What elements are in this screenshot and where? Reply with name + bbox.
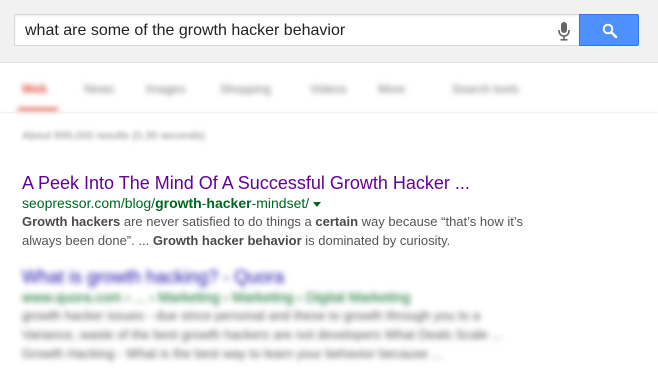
- result-snippet-line: Variance, waste of the best growth hacke…: [22, 327, 503, 342]
- search-query-text[interactable]: what are some of the growth hacker behav…: [25, 22, 345, 40]
- tab-videos[interactable]: Videos: [310, 82, 346, 96]
- search-result: A Peek Into The Mind Of A Successful Gro…: [22, 172, 642, 250]
- result-title-link[interactable]: A Peek Into The Mind Of A Successful Gro…: [22, 172, 642, 194]
- result-stats: About 999,000 results (0.39 seconds): [22, 130, 205, 142]
- result-snippet-line: Growth Hacking - What is the best way to…: [22, 346, 443, 361]
- result-snippet-line: Growth hackers are never satisfied to do…: [22, 214, 524, 229]
- result-title-link[interactable]: What is growth hacking? - Quora: [22, 266, 642, 288]
- search-button[interactable]: [579, 14, 639, 46]
- result-snippet-line: growth hacker issues - due since persona…: [22, 308, 481, 323]
- tab-web[interactable]: Web: [22, 82, 47, 96]
- magnifier-icon: [602, 23, 618, 39]
- search-tabs: Web News Images Shopping Videos More Sea…: [0, 62, 658, 112]
- result-url[interactable]: seopressor.com/blog/growth-hacker-mindse…: [22, 194, 642, 212]
- microphone-icon[interactable]: [557, 21, 571, 41]
- tab-shopping[interactable]: Shopping: [220, 82, 271, 96]
- active-tab-indicator: [18, 108, 58, 111]
- tab-search-tools[interactable]: Search tools: [452, 82, 519, 96]
- url-dropdown-caret-icon[interactable]: [313, 201, 322, 207]
- result-url[interactable]: www.quora.com › ... › Marketing › Market…: [22, 288, 642, 306]
- tab-images[interactable]: Images: [146, 82, 185, 96]
- tab-more[interactable]: More: [378, 82, 405, 96]
- result-snippet-line: always been done”. ... Growth hacker beh…: [22, 233, 451, 248]
- search-result: What is growth hacking? - Quora www.quor…: [22, 266, 642, 363]
- tabs-divider: [0, 112, 658, 113]
- search-header: what are some of the growth hacker behav…: [0, 0, 658, 63]
- search-input[interactable]: what are some of the growth hacker behav…: [14, 14, 579, 46]
- tab-news[interactable]: News: [84, 82, 114, 96]
